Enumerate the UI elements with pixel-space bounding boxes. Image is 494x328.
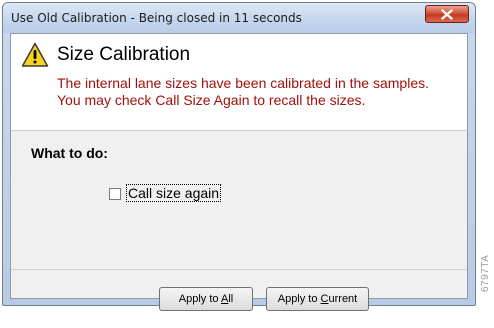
apply-to-all-button[interactable]: Apply to All: [159, 287, 253, 311]
message-line-2: You may check Call Size Again to recall …: [57, 92, 366, 108]
screenshot-canvas: Use Old Calibration - Being closed in 11…: [0, 0, 494, 328]
footer-divider: [11, 269, 467, 270]
warning-icon: [21, 42, 49, 67]
message-line-1: The internal lane sizes have been calibr…: [57, 75, 429, 91]
figure-code: 6797TA: [480, 254, 491, 292]
dialog-heading: Size Calibration: [57, 44, 191, 65]
apply-to-current-button[interactable]: Apply to Current: [266, 287, 369, 311]
apply-to-current-label: Apply to Current: [277, 293, 358, 305]
window-title: Use Old Calibration - Being closed in 11…: [11, 11, 302, 25]
title-bar[interactable]: Use Old Calibration - Being closed in 11…: [3, 3, 475, 33]
close-icon: [441, 9, 453, 20]
message-header: Size Calibration The internal lane sizes…: [11, 34, 467, 131]
call-size-again-checkbox[interactable]: [109, 188, 121, 200]
calibration-message: The internal lane sizes have been calibr…: [57, 75, 461, 109]
call-size-again-label[interactable]: Call size again: [125, 184, 222, 202]
close-button[interactable]: [425, 5, 469, 23]
what-to-do-label: What to do:: [31, 145, 108, 161]
calibration-dialog: Use Old Calibration - Being closed in 11…: [2, 2, 476, 311]
apply-to-all-label: Apply to All: [178, 293, 234, 305]
dialog-body: Size Calibration The internal lane sizes…: [10, 33, 468, 311]
